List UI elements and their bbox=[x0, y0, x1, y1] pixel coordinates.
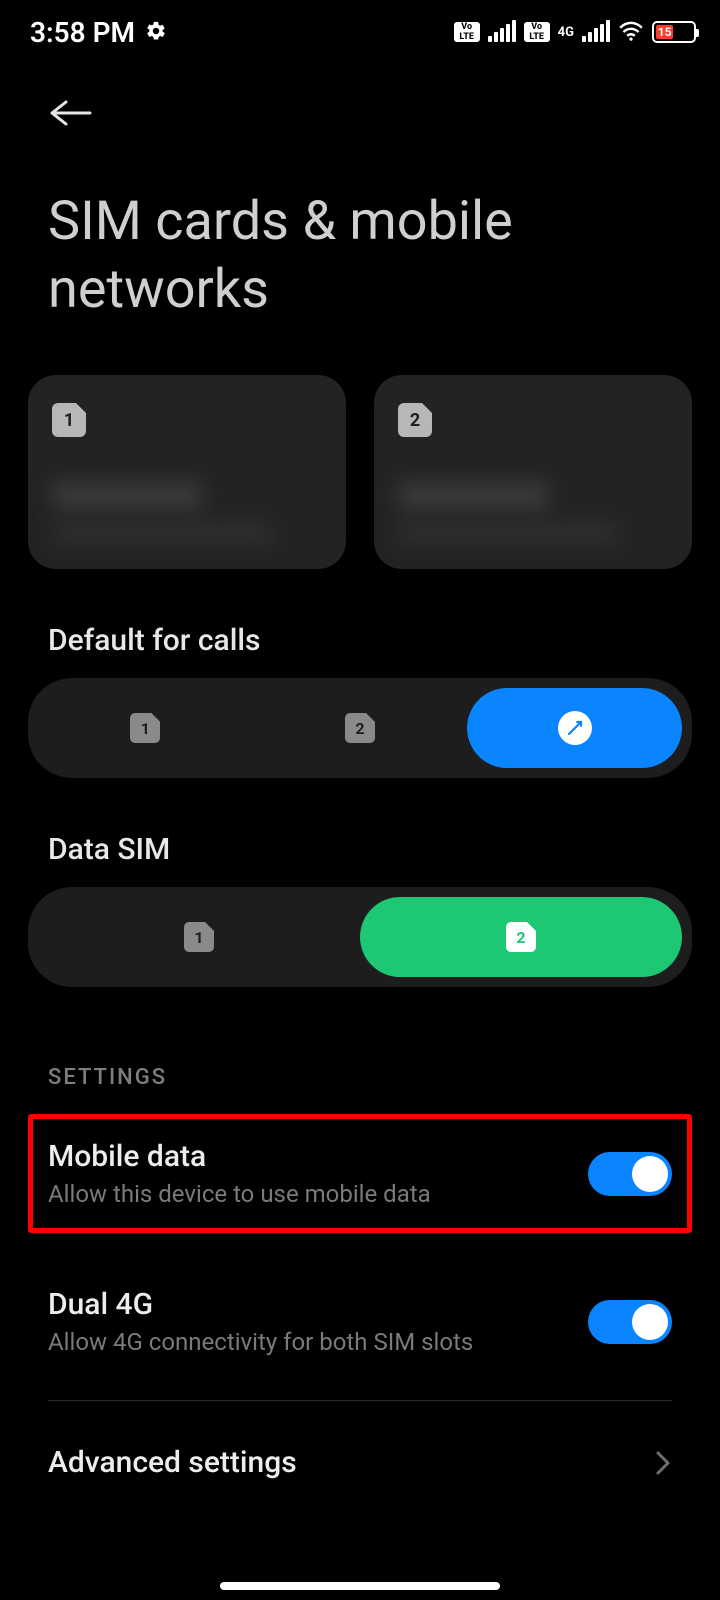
back-button[interactable] bbox=[48, 98, 692, 132]
default-calls-ask[interactable] bbox=[467, 688, 682, 768]
sim-chip-icon: 1 bbox=[52, 403, 86, 437]
sim-slot-number: 1 bbox=[64, 410, 74, 431]
default-calls-selector: 1 2 bbox=[28, 678, 692, 778]
mobile-data-toggle[interactable] bbox=[588, 1152, 672, 1196]
mobile-data-subtitle: Allow this device to use mobile data bbox=[48, 1180, 431, 1208]
signal-1-icon bbox=[488, 22, 516, 42]
settings-section-header: SETTINGS bbox=[48, 1065, 692, 1090]
wifi-icon bbox=[618, 16, 644, 49]
sim-slot-number: 1 bbox=[194, 928, 203, 947]
advanced-settings-row[interactable]: Advanced settings bbox=[28, 1401, 692, 1480]
signal-2-icon bbox=[582, 22, 610, 42]
sim-slot-number: 2 bbox=[410, 410, 420, 431]
dual-4g-title: Dual 4G bbox=[48, 1287, 473, 1322]
dual-4g-row[interactable]: Dual 4G Allow 4G connectivity for both S… bbox=[28, 1261, 692, 1382]
data-sim-selector: 1 2 bbox=[28, 887, 692, 987]
default-calls-label: Default for calls bbox=[48, 623, 692, 658]
status-bar: 3:58 PM VoLTE VoLTE 4G 15 bbox=[0, 0, 720, 64]
back-arrow-icon bbox=[48, 98, 92, 128]
dual-4g-text: Dual 4G Allow 4G connectivity for both S… bbox=[48, 1287, 473, 1356]
sim-card-redacted bbox=[398, 481, 668, 543]
default-calls-sim2[interactable]: 2 bbox=[253, 688, 468, 768]
sim-chip-icon: 1 bbox=[184, 922, 214, 952]
gear-icon bbox=[145, 16, 167, 49]
sim-card-1[interactable]: 1 bbox=[28, 375, 346, 569]
sim-slot-number: 1 bbox=[141, 719, 150, 738]
sim-slot-number: 2 bbox=[516, 928, 525, 947]
battery-icon: 15 bbox=[652, 21, 696, 43]
chevron-right-icon bbox=[654, 1449, 672, 1477]
data-sim-label: Data SIM bbox=[48, 832, 692, 867]
default-calls-sim1[interactable]: 1 bbox=[38, 688, 253, 768]
network-type-label: 4G bbox=[558, 27, 574, 38]
page-title: SIM cards & mobile networks bbox=[48, 188, 672, 323]
status-right: VoLTE VoLTE 4G 15 bbox=[454, 16, 696, 49]
sim-chip-icon: 1 bbox=[130, 713, 160, 743]
sim-chip-icon: 2 bbox=[506, 922, 536, 952]
volte-icon-2: VoLTE bbox=[524, 22, 550, 42]
mobile-data-text: Mobile data Allow this device to use mob… bbox=[48, 1139, 431, 1208]
home-indicator[interactable] bbox=[220, 1582, 500, 1590]
sim-chip-icon: 2 bbox=[345, 713, 375, 743]
status-left: 3:58 PM bbox=[30, 16, 167, 49]
data-sim-sim1[interactable]: 1 bbox=[38, 897, 360, 977]
mobile-data-title: Mobile data bbox=[48, 1139, 431, 1174]
advanced-settings-title: Advanced settings bbox=[48, 1445, 297, 1480]
sim-card-redacted bbox=[52, 481, 322, 543]
status-time: 3:58 PM bbox=[30, 16, 135, 49]
sim-card-grid: 1 2 bbox=[28, 375, 692, 569]
mobile-data-row[interactable]: Mobile data Allow this device to use mob… bbox=[33, 1119, 687, 1228]
sim-card-2[interactable]: 2 bbox=[374, 375, 692, 569]
sim-slot-number: 2 bbox=[355, 719, 364, 738]
sim-chip-icon: 2 bbox=[398, 403, 432, 437]
annotation-highlight: Mobile data Allow this device to use mob… bbox=[28, 1114, 692, 1233]
volte-icon: VoLTE bbox=[454, 22, 480, 42]
data-sim-sim2[interactable]: 2 bbox=[360, 897, 682, 977]
dual-4g-toggle[interactable] bbox=[588, 1300, 672, 1344]
ask-each-time-icon bbox=[558, 711, 592, 745]
dual-4g-subtitle: Allow 4G connectivity for both SIM slots bbox=[48, 1328, 473, 1356]
battery-level: 15 bbox=[656, 25, 673, 39]
battery-pct-label: 15 bbox=[658, 25, 672, 39]
